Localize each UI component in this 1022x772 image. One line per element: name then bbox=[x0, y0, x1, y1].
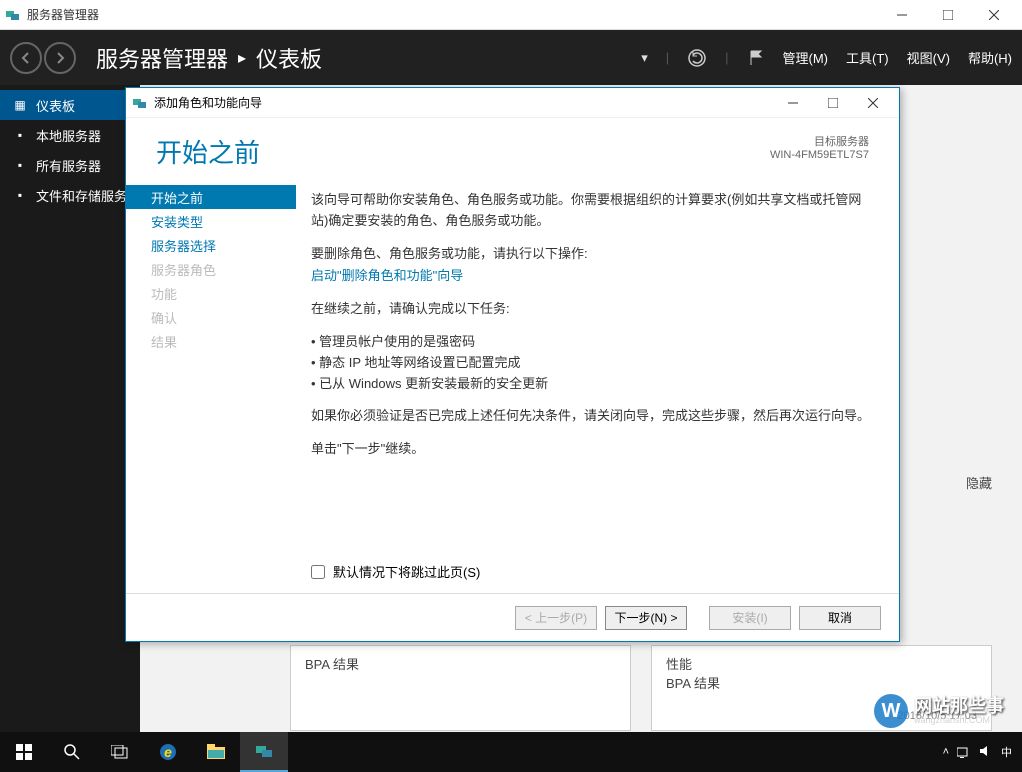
nav-server-roles: 服务器角色 bbox=[126, 257, 296, 281]
panel-line: BPA 结果 bbox=[666, 673, 977, 692]
sidebar-item-label: 仪表板 bbox=[36, 96, 75, 115]
dialog-icon bbox=[132, 95, 148, 111]
app-header: 服务器管理器 ▸ 仪表板 ▾ | | 管理(M) 工具(T) 视图(V) 帮助(… bbox=[0, 30, 1022, 85]
nav-confirm: 确认 bbox=[126, 305, 296, 329]
prereq-item: 管理员帐户使用的是强密码 bbox=[311, 332, 874, 353]
prev-button: < 上一步(P) bbox=[515, 606, 597, 630]
dialog-titlebar: 添加角色和功能向导 bbox=[126, 88, 899, 118]
system-tray: ˄ 中 bbox=[943, 744, 1022, 761]
menu-manage[interactable]: 管理(M) bbox=[783, 48, 829, 67]
nav-before-begin[interactable]: 开始之前 bbox=[126, 185, 296, 209]
tray-network-icon[interactable] bbox=[957, 744, 971, 761]
tray-ime-icon[interactable]: 中 bbox=[1001, 744, 1012, 760]
sidebar-item-label: 文件和存储服务 bbox=[36, 186, 127, 205]
prereq-item: 已从 Windows 更新安装最新的安全更新 bbox=[311, 374, 874, 395]
cancel-button[interactable]: 取消 bbox=[799, 606, 881, 630]
watermark-text: 网站那些事 bbox=[914, 697, 1004, 715]
minimize-button[interactable] bbox=[879, 0, 925, 30]
target-name: WIN-4FM59ETL7S7 bbox=[770, 149, 869, 161]
tray-volume-icon[interactable] bbox=[979, 744, 993, 761]
continue-text: 单击"下一步"继续。 bbox=[311, 439, 874, 460]
search-button[interactable] bbox=[48, 732, 96, 772]
taskbar: e ˄ 中 bbox=[0, 732, 1022, 772]
sidebar-item-file-storage[interactable]: ▪ 文件和存储服务 bbox=[0, 180, 140, 210]
breadcrumb: 服务器管理器 ▸ 仪表板 bbox=[96, 42, 322, 74]
wizard-dialog: 添加角色和功能向导 开始之前 目标服务器 WIN-4FM59ETL7S7 开始之… bbox=[125, 87, 900, 642]
watermark-badge: W bbox=[874, 694, 908, 728]
svg-text:e: e bbox=[164, 744, 172, 760]
prereq-item: 静态 IP 地址等网络设置已配置完成 bbox=[311, 353, 874, 374]
task-view-button[interactable] bbox=[96, 732, 144, 772]
maximize-button[interactable] bbox=[925, 0, 971, 30]
tray-up-icon[interactable]: ˄ bbox=[943, 746, 949, 758]
next-button[interactable]: 下一步(N) > bbox=[605, 606, 687, 630]
skip-checkbox[interactable] bbox=[311, 565, 325, 579]
breadcrumb-dropdown[interactable]: ▾ bbox=[641, 50, 648, 66]
remove-wizard-link[interactable]: 启动"删除角色和功能"向导 bbox=[311, 268, 463, 283]
menu-view[interactable]: 视图(V) bbox=[907, 48, 950, 67]
forward-button[interactable] bbox=[44, 42, 76, 74]
wizard-content: 该向导可帮助你安装角色、角色服务或功能。你需要根据组织的计算要求(例如共享文档或… bbox=[296, 180, 899, 575]
ie-taskbar-icon[interactable]: e bbox=[144, 732, 192, 772]
window-title: 服务器管理器 bbox=[27, 6, 99, 23]
intro-text: 该向导可帮助你安装角色、角色服务或功能。你需要根据组织的计算要求(例如共享文档或… bbox=[311, 190, 874, 232]
watermark: W 网站那些事 wangzhanshi.COM bbox=[874, 694, 1004, 728]
bg-panel-1: BPA 结果 bbox=[290, 645, 631, 731]
sidebar-item-dashboard[interactable]: ▦ 仪表板 bbox=[0, 90, 140, 120]
wizard-footer: < 上一步(P) 下一步(N) > 安装(I) 取消 bbox=[126, 593, 899, 641]
sidebar-item-label: 所有服务器 bbox=[36, 156, 101, 175]
dashboard-icon: ▦ bbox=[12, 97, 28, 113]
explorer-taskbar-icon[interactable] bbox=[192, 732, 240, 772]
sidebar: ▦ 仪表板 ▪ 本地服务器 ▪ 所有服务器 ▪ 文件和存储服务 bbox=[0, 85, 140, 732]
menu-help[interactable]: 帮助(H) bbox=[968, 48, 1012, 67]
server-icon: ▪ bbox=[12, 127, 28, 143]
sidebar-item-all-servers[interactable]: ▪ 所有服务器 bbox=[0, 150, 140, 180]
dialog-minimize-button[interactable] bbox=[773, 90, 813, 116]
breadcrumb-current: 仪表板 bbox=[256, 42, 322, 74]
start-button[interactable] bbox=[0, 732, 48, 772]
verify-text: 如果你必须验证是否已完成上述任何先决条件，请关闭向导，完成这些步骤，然后再次运行… bbox=[311, 406, 874, 427]
refresh-icon[interactable] bbox=[687, 48, 707, 68]
dialog-title: 添加角色和功能向导 bbox=[154, 94, 262, 111]
target-label: 目标服务器 bbox=[770, 133, 869, 149]
watermark-sub: wangzhanshi.COM bbox=[914, 715, 1004, 725]
dialog-maximize-button[interactable] bbox=[813, 90, 853, 116]
skip-label: 默认情况下将跳过此页(S) bbox=[333, 562, 480, 581]
nav-results: 结果 bbox=[126, 329, 296, 353]
install-button: 安装(I) bbox=[709, 606, 791, 630]
sidebar-item-label: 本地服务器 bbox=[36, 126, 101, 145]
hide-button[interactable]: 隐藏 bbox=[966, 473, 992, 492]
nav-features: 功能 bbox=[126, 281, 296, 305]
panel-line: 性能 bbox=[666, 654, 977, 673]
remove-text: 要删除角色、角色服务或功能，请执行以下操作: bbox=[311, 244, 874, 265]
back-button[interactable] bbox=[10, 42, 42, 74]
sidebar-item-local-server[interactable]: ▪ 本地服务器 bbox=[0, 120, 140, 150]
window-titlebar: 服务器管理器 bbox=[0, 0, 1022, 30]
nav-install-type[interactable]: 安装类型 bbox=[126, 209, 296, 233]
skip-checkbox-row: 默认情况下将跳过此页(S) bbox=[311, 562, 480, 581]
menu-tools[interactable]: 工具(T) bbox=[846, 48, 889, 67]
dialog-close-button[interactable] bbox=[853, 90, 893, 116]
breadcrumb-separator: ▸ bbox=[238, 48, 246, 68]
storage-icon: ▪ bbox=[12, 187, 28, 203]
nav-server-select[interactable]: 服务器选择 bbox=[126, 233, 296, 257]
app-icon bbox=[5, 7, 21, 23]
target-server-info: 目标服务器 WIN-4FM59ETL7S7 bbox=[770, 133, 869, 161]
prerequisites-list: 管理员帐户使用的是强密码 静态 IP 地址等网络设置已配置完成 已从 Windo… bbox=[311, 332, 874, 394]
tasks-heading: 在继续之前，请确认完成以下任务: bbox=[311, 299, 874, 320]
servers-icon: ▪ bbox=[12, 157, 28, 173]
wizard-heading: 开始之前 bbox=[156, 133, 260, 170]
close-button[interactable] bbox=[971, 0, 1017, 30]
wizard-nav: 开始之前 安装类型 服务器选择 服务器角色 功能 确认 结果 bbox=[126, 180, 296, 575]
breadcrumb-root[interactable]: 服务器管理器 bbox=[96, 42, 228, 74]
server-manager-taskbar-icon[interactable] bbox=[240, 732, 288, 772]
panel-line: BPA 结果 bbox=[305, 654, 616, 673]
flag-icon[interactable] bbox=[747, 49, 765, 67]
